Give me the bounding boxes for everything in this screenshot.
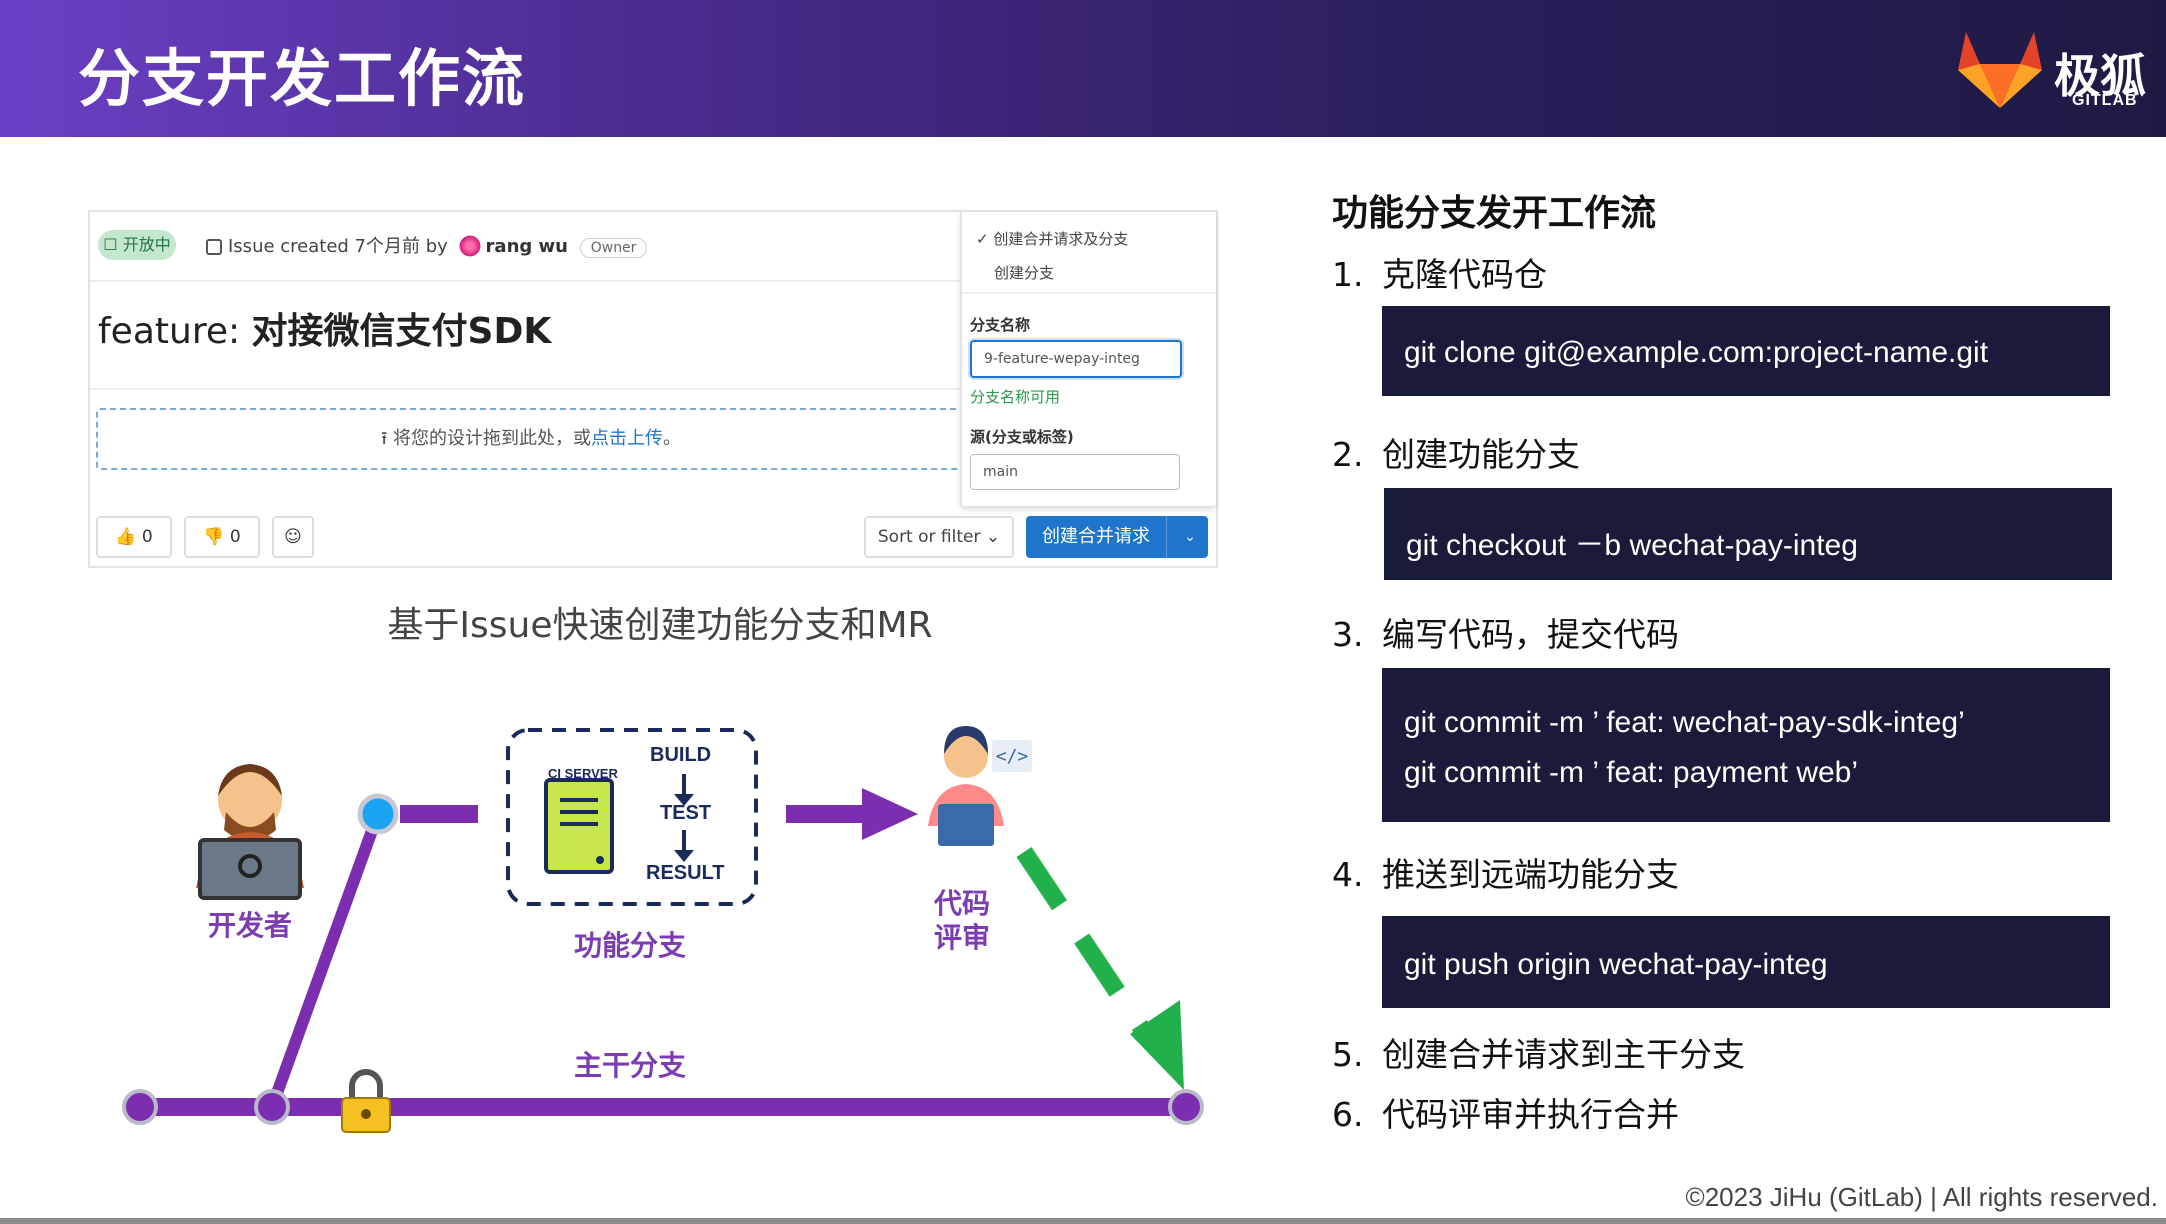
status-badge: ☐ 开放中 — [98, 230, 176, 260]
thumbs-down-icon: 👎 — [203, 527, 225, 547]
feature-branch-label: 功能分支 — [573, 929, 686, 962]
bottom-rule — [0, 1218, 2166, 1224]
chevron-down-icon: ⌄ — [985, 527, 1001, 547]
status-text: 开放中 — [122, 235, 171, 254]
upload-link[interactable]: 点击上传 — [591, 428, 663, 449]
main-branch-label: 主干分支 — [573, 1049, 686, 1082]
sort-filter-dropdown[interactable]: Sort or filter ⌄ — [864, 516, 1014, 558]
step-3: 3. 编写代码，提交代码 — [1332, 608, 1679, 656]
source-input[interactable]: main — [970, 454, 1180, 490]
main-node-branch — [254, 1089, 290, 1125]
step-2: 2. 创建功能分支 — [1332, 428, 1580, 476]
button-separator — [1166, 516, 1167, 558]
step-number: 1. — [1332, 255, 1364, 294]
step-text: 代码评审并执行合并 — [1382, 1095, 1679, 1134]
review-label-2: 评审 — [933, 921, 990, 954]
step-text: 克隆代码仓 — [1382, 255, 1547, 294]
issue-open-icon: ☐ — [103, 235, 118, 254]
step-4: 4. 推送到远端功能分支 — [1332, 848, 1679, 896]
logo-text-en: GITLAB — [2072, 92, 2138, 109]
branch-name-input[interactable]: 9-feature-wepay-integ — [970, 340, 1182, 378]
workflow-heading: 功能分支发开工作流 — [1332, 193, 1657, 234]
create-mr-label: 创建合并请求 — [1042, 526, 1150, 547]
branch-name-label: 分支名称 — [970, 316, 1031, 334]
divider — [90, 280, 960, 282]
branch-available-text: 分支名称可用 — [970, 388, 1061, 406]
owner-badge: Owner — [579, 238, 648, 258]
step-number: 3. — [1332, 615, 1364, 654]
sort-label: Sort or filter — [877, 527, 981, 547]
thumbs-down-button[interactable]: 👎 0 — [184, 516, 260, 558]
upload-icon: ⭱ — [380, 428, 388, 449]
author-avatar[interactable] — [457, 234, 482, 258]
test-label: TEST — [660, 802, 712, 824]
option-create-branch[interactable]: 创建分支 — [994, 262, 1054, 283]
jihu-logo: 极狐 GITLAB — [1950, 26, 2150, 116]
issue-meta: Issue created 7个月前 by rang wu Owner — [206, 232, 648, 258]
dropzone-text: 将您的设计拖到此处，或 — [393, 428, 592, 449]
result-label: RESULT — [646, 862, 725, 884]
svg-text:</>: </> — [996, 746, 1029, 767]
code-block-commit: git commit -m ’ feat: wechat-pay-sdk-int… — [1382, 668, 2110, 822]
feature-node — [357, 793, 399, 835]
code-line: git commit -m ’ feat: wechat-pay-sdk-int… — [1404, 706, 1965, 739]
thumbs-up-icon: 👍 — [115, 527, 137, 547]
author-link[interactable]: rang wu — [486, 236, 568, 257]
step-text: 创建合并请求到主干分支 — [1382, 1035, 1745, 1074]
step-number: 6. — [1332, 1095, 1364, 1134]
screenshot-caption: 基于Issue快速创建功能分支和MR — [387, 605, 933, 646]
thumbs-up-count: 0 — [141, 527, 153, 547]
create-mr-dropdown: ✓ 创建合并请求及分支 创建分支 分支名称 9-feature-wepay-in… — [960, 212, 1216, 508]
merge-arrow — [1016, 847, 1156, 1043]
code-line: git push origin wechat-pay-integ — [1404, 948, 1828, 981]
dropzone-end: 。 — [663, 428, 682, 449]
code-block-clone: git clone git@example.com:project-name.g… — [1382, 306, 2110, 396]
divider — [962, 292, 1216, 294]
step-1: 1. 克隆代码仓 — [1332, 248, 1547, 296]
source-label: 源(分支或标签) — [970, 428, 1074, 446]
build-label: BUILD — [650, 744, 712, 766]
developer-label: 开发者 — [207, 909, 292, 942]
code-block-push: git push origin wechat-pay-integ — [1382, 916, 2110, 1008]
step-text: 创建功能分支 — [1382, 435, 1580, 474]
header-bar: 分支开发工作流 极狐 GITLAB — [0, 0, 2166, 137]
main-node-merge — [1168, 1089, 1204, 1125]
design-dropzone[interactable]: ⭱ 将您的设计拖到此处，或点击上传。 — [96, 408, 966, 470]
step-5: 5. 创建合并请求到主干分支 — [1332, 1028, 1745, 1076]
issue-icon — [206, 239, 222, 255]
issue-meta-prefix: Issue created 7个月前 by — [228, 236, 448, 257]
main-node-start — [122, 1089, 158, 1125]
step-number: 5. — [1332, 1035, 1364, 1074]
add-reaction-button[interactable]: ☺ — [272, 516, 314, 558]
code-line: git clone git@example.com:project-name.g… — [1404, 336, 1989, 369]
thumbs-down-count: 0 — [229, 527, 241, 547]
create-mr-button[interactable]: 创建合并请求 ⌄ — [1026, 516, 1208, 558]
code-line: git checkout －b wechat-pay-integ — [1406, 529, 1858, 562]
code-block-checkout: git checkout －b wechat-pay-integ — [1384, 488, 2112, 580]
issue-screenshot: ☐ 开放中 Issue created 7个月前 by rang wu Owne… — [88, 210, 1218, 568]
option-create-mr-and-branch[interactable]: ✓ 创建合并请求及分支 — [976, 228, 1128, 249]
reviewer-icon: </> — [928, 726, 1032, 846]
chevron-down-icon[interactable]: ⌄ — [1176, 516, 1204, 558]
issue-title: feature: 对接微信支付SDK — [98, 302, 551, 354]
page-title: 分支开发工作流 — [78, 42, 527, 115]
divider — [90, 388, 960, 390]
issue-title-main: 对接微信支付SDK — [251, 311, 552, 352]
developer-icon — [196, 764, 304, 900]
thumbs-up-button[interactable]: 👍 0 — [96, 516, 172, 558]
step-number: 2. — [1332, 435, 1364, 474]
ci-server-label: CI SERVER — [548, 766, 618, 781]
step-number: 4. — [1332, 855, 1364, 894]
copyright: ©2023 JiHu (GitLab) | All rights reserve… — [1685, 1182, 2158, 1212]
fox-logo-icon — [1958, 32, 2042, 108]
issue-title-prefix: feature: — [98, 311, 252, 352]
smiley-icon: ☺ — [284, 527, 302, 547]
code-line: git commit -m ’ feat: payment web’ — [1404, 756, 1859, 789]
step-text: 推送到远端功能分支 — [1382, 855, 1679, 894]
step-6: 6. 代码评审并执行合并 — [1332, 1088, 1679, 1136]
step-text: 编写代码，提交代码 — [1382, 615, 1679, 654]
lock-icon — [341, 1069, 391, 1133]
